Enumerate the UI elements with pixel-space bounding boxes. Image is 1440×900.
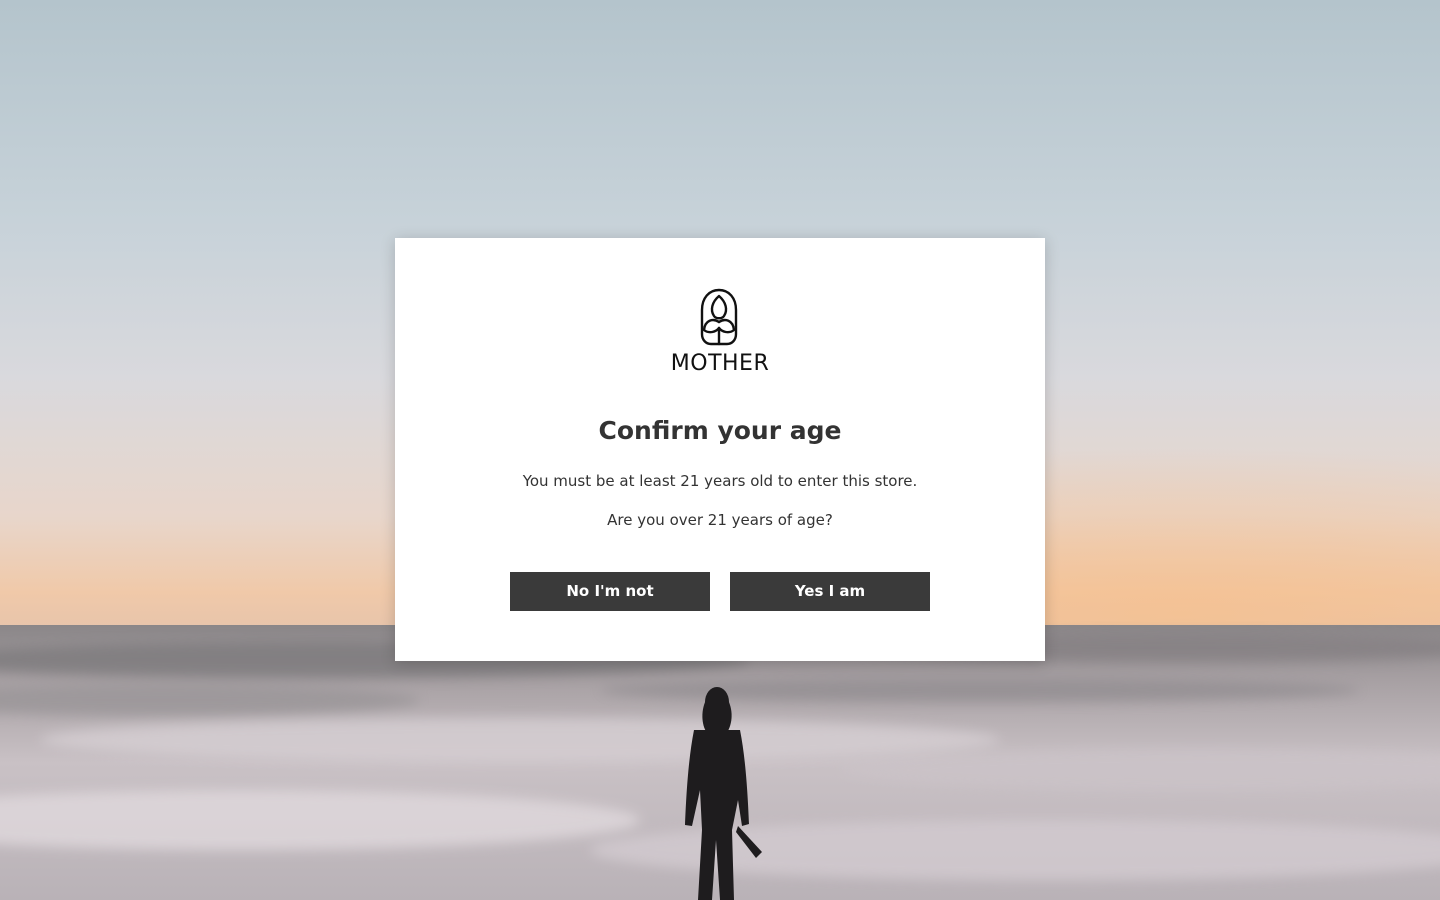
- age-requirement-text: You must be at least 21 years old to ent…: [522, 472, 918, 490]
- confirm-age-button[interactable]: Yes I am: [730, 572, 930, 611]
- brand-wordmark: MOTHER: [670, 351, 770, 376]
- age-verification-modal: MOTHER Confirm your age You must be at l…: [395, 238, 1045, 661]
- dialog-title: Confirm your age: [598, 416, 842, 445]
- age-question-text: Are you over 21 years of age?: [607, 511, 833, 529]
- decline-button[interactable]: No I'm not: [510, 572, 710, 611]
- brand-logo: MOTHER: [395, 288, 1045, 378]
- mother-leaf-face-icon: [700, 288, 738, 346]
